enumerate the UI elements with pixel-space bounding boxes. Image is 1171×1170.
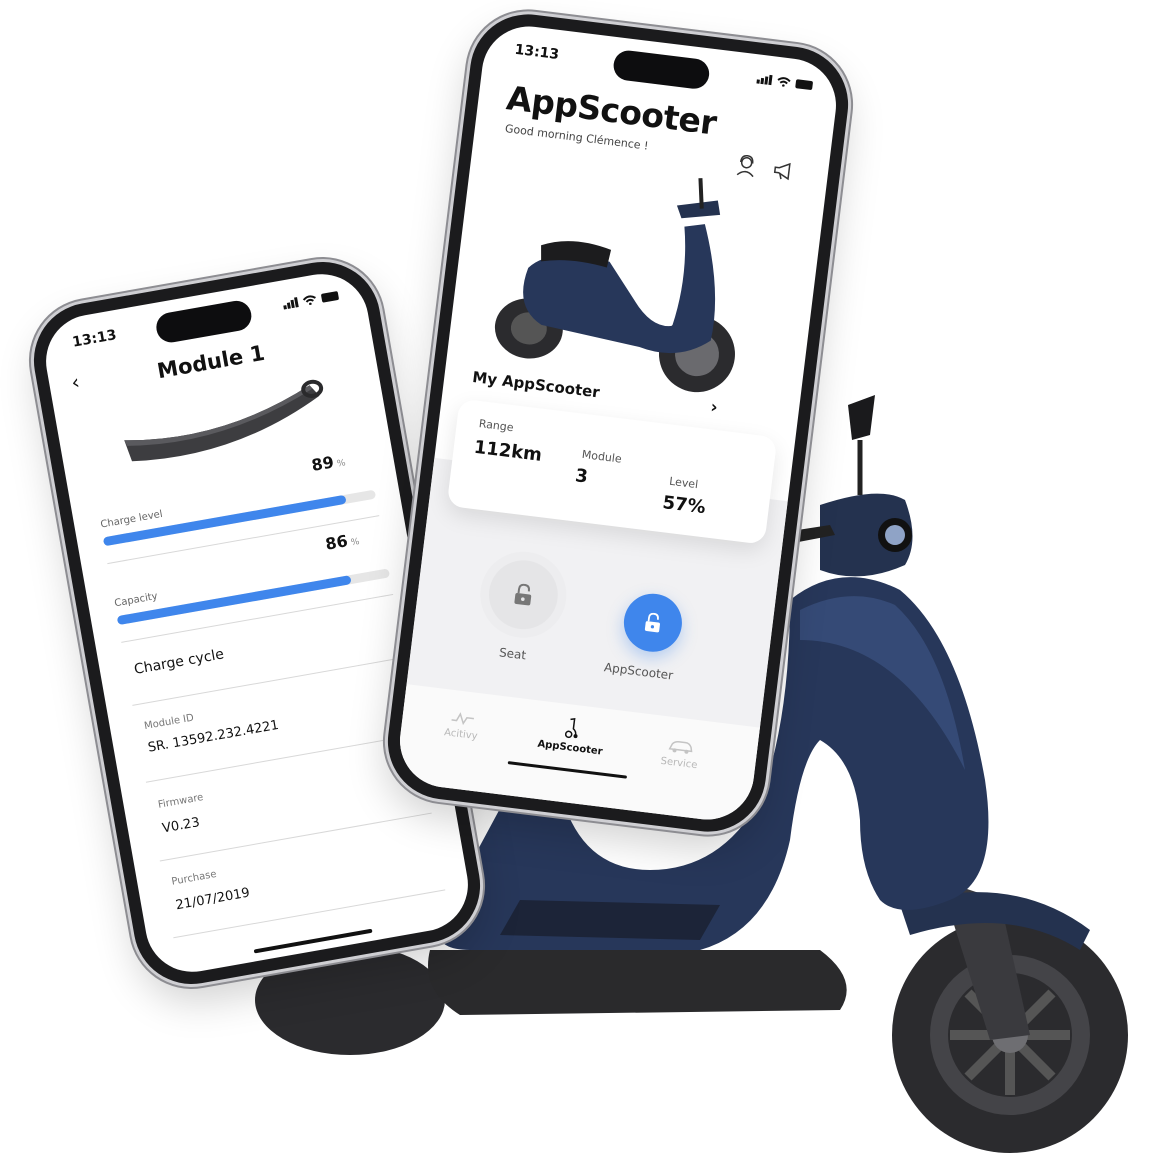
range-value: 112km [472,436,544,466]
scooter-icon [564,718,578,739]
status-icons [756,73,814,91]
home-indicator[interactable] [253,928,373,954]
lock-icon [514,583,532,606]
capacity-value: 86 [323,531,350,554]
firmware-value: V0.23 [161,815,201,837]
tab-label: Service [659,755,698,772]
status-icons [282,290,340,310]
tab-appscooter[interactable]: AppScooter [530,712,614,758]
signal-icon [282,297,299,310]
charge-cycle-row[interactable]: Charge cycle [133,646,225,678]
wifi-icon [302,295,316,306]
battery-icon [320,290,340,303]
capacity-unit: % [350,537,361,549]
level-label: Level [668,474,699,492]
activity-icon [451,712,474,726]
firmware-label: Firmware [157,792,205,811]
level-value: 57% [661,492,707,519]
scooter-image [494,178,735,393]
capacity-label: Capacity [113,590,159,610]
status-time: 13:13 [513,41,560,64]
megaphone-icon[interactable] [771,157,798,184]
purchase-value: 21/07/2019 [174,885,251,914]
tab-label: AppScooter [536,738,604,758]
battery-module-image [124,379,324,462]
status-time: 13:13 [71,327,118,351]
car-service-icon [668,741,693,754]
charge-unit: % [336,458,347,470]
dynamic-island [153,298,254,345]
battery-icon [795,79,814,91]
signal-icon [756,73,773,86]
chevron-right-icon[interactable]: › [709,397,718,418]
divider [121,593,394,643]
wifi-icon [777,77,791,87]
purchase-label: Purchase [170,868,218,888]
tab-service[interactable]: Service [639,735,722,774]
tab-activity[interactable]: Acitivy [420,706,503,745]
module-value: 3 [573,465,589,488]
charge-value: 89 [310,452,336,475]
tab-label: Acitivy [443,727,479,743]
lock-icon [644,612,660,633]
divider [159,812,432,862]
module-label: Module [581,447,623,466]
appscooter-screen: 13:13 AppScooter Good morning Clémence ! [394,21,842,825]
module-id-label: Module ID [143,712,195,733]
dynamic-island [611,48,711,91]
range-label: Range [478,417,515,435]
